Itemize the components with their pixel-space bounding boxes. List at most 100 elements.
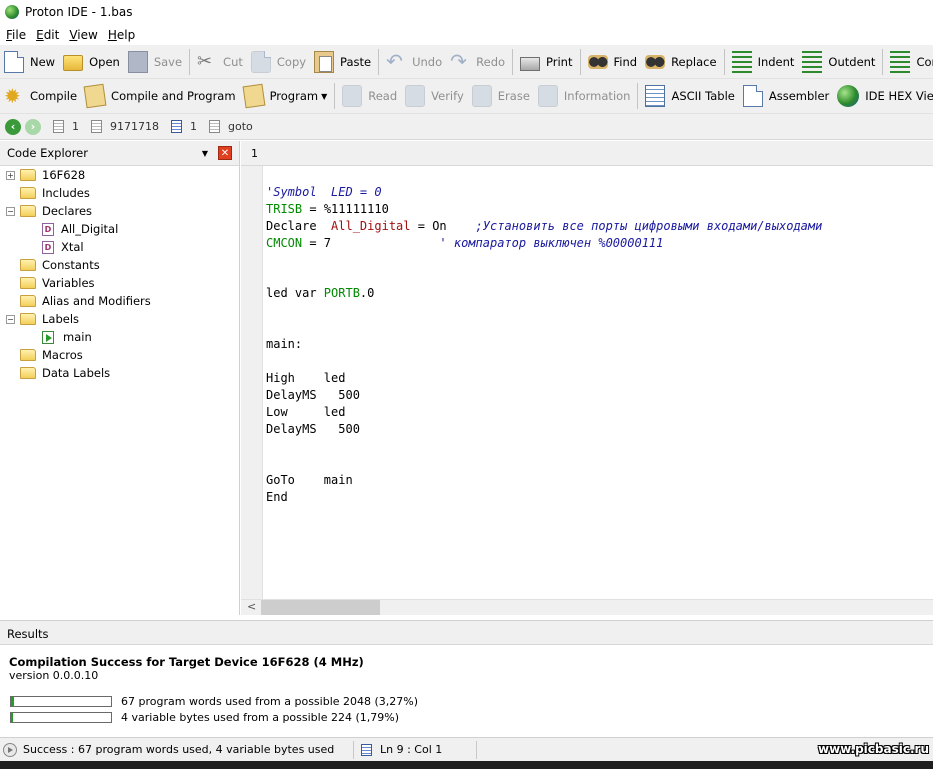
- tree-item-constants[interactable]: Constants: [6, 256, 100, 274]
- outdent-button[interactable]: Outdent: [798, 47, 879, 77]
- code-editor[interactable]: 'Symbol LED = 0 TRISB = %11111110 Declar…: [263, 166, 933, 599]
- cut-button[interactable]: Cut: [193, 47, 247, 77]
- menu-edit[interactable]: Edit: [30, 28, 63, 42]
- folder-icon: [20, 367, 36, 379]
- erase-icon: [471, 85, 492, 107]
- tree-item-declares[interactable]: − Declares: [6, 202, 92, 220]
- clipboard-icon: [314, 50, 335, 73]
- code-line: CMCON = 7 ' компаратор выключен %0000011…: [266, 236, 664, 250]
- status-separator: [353, 740, 354, 759]
- tree-item-all-digital[interactable]: D All_Digital: [42, 220, 118, 238]
- navigation-bar: ‹ › 1 9171718 1 goto: [0, 114, 933, 140]
- close-icon[interactable]: ✕: [218, 146, 232, 160]
- program-icon: [242, 83, 265, 109]
- progress-fill: [11, 713, 13, 722]
- information-icon: [537, 85, 558, 107]
- nav-history-item[interactable]: 1: [171, 120, 197, 133]
- expand-icon[interactable]: +: [6, 170, 15, 180]
- find-button[interactable]: Find: [584, 47, 642, 77]
- compile-icon: [4, 84, 24, 108]
- code-line: GoTo main: [266, 473, 353, 487]
- nav-history-item[interactable]: 9171718: [91, 120, 159, 133]
- indent-icon: [731, 50, 752, 73]
- ascii-table-button[interactable]: ASCII Table: [641, 81, 738, 111]
- scrollbar-thumb[interactable]: [261, 600, 380, 615]
- code-line: DelayMS 500: [266, 422, 360, 436]
- window-title: Proton IDE - 1.bas: [25, 5, 133, 19]
- open-button[interactable]: Open: [59, 47, 124, 77]
- page-icon: [171, 120, 182, 133]
- status-separator: [476, 740, 477, 759]
- indent-button[interactable]: Indent: [728, 47, 799, 77]
- tab-file-1[interactable]: 1: [251, 147, 258, 160]
- redo-button[interactable]: Redo: [446, 47, 509, 77]
- new-button[interactable]: New: [0, 47, 59, 77]
- title-bar: Proton IDE - 1.bas: [0, 0, 933, 24]
- watermark: www.picbasic.ru: [818, 742, 929, 756]
- results-header: Results: [0, 620, 933, 645]
- menu-help[interactable]: Help: [102, 28, 139, 42]
- folder-icon: [20, 259, 36, 271]
- scissors-icon: [197, 51, 217, 73]
- menu-view[interactable]: View: [63, 28, 101, 42]
- code-explorer-title: Code Explorer: [7, 146, 88, 160]
- tree-item-includes[interactable]: Includes: [6, 184, 90, 202]
- forward-icon[interactable]: ›: [25, 118, 41, 135]
- copy-button[interactable]: Copy: [247, 47, 310, 77]
- nav-history-item[interactable]: 1: [53, 120, 79, 133]
- scroll-left-icon[interactable]: <: [247, 600, 256, 613]
- tree-item-variables[interactable]: Variables: [6, 274, 95, 292]
- undo-icon: [386, 49, 406, 73]
- open-folder-icon: [20, 205, 36, 217]
- collapse-icon[interactable]: −: [6, 206, 15, 216]
- save-icon: [127, 50, 148, 73]
- read-button[interactable]: Read: [338, 81, 401, 111]
- replace-icon: [645, 54, 666, 69]
- print-button[interactable]: Print: [516, 47, 576, 77]
- comment-button[interactable]: Comment: [886, 47, 933, 77]
- page-icon: [53, 120, 64, 133]
- tree-item-main[interactable]: main: [42, 328, 92, 346]
- program-button[interactable]: Program ▼: [240, 81, 332, 111]
- outdent-icon: [802, 50, 823, 73]
- ide-hex-view-button[interactable]: IDE HEX View...: [833, 81, 933, 111]
- replace-button[interactable]: Replace: [641, 47, 721, 77]
- undo-button[interactable]: Undo: [382, 47, 446, 77]
- tree-item-16f628[interactable]: +16F628: [6, 166, 85, 184]
- save-button[interactable]: Save: [124, 47, 186, 77]
- chevron-down-icon[interactable]: ▼: [321, 92, 327, 101]
- open-folder-icon: [63, 55, 84, 71]
- tree-item-data-labels[interactable]: Data Labels: [6, 364, 110, 382]
- nav-history-item[interactable]: goto: [209, 120, 253, 133]
- cursor-position: Ln 9 : Col 1: [380, 743, 443, 756]
- code-line: TRISB = %11111110: [266, 202, 389, 216]
- declare-icon: D: [42, 240, 54, 254]
- assembler-button[interactable]: Assembler: [739, 81, 833, 111]
- comment-icon: [890, 50, 911, 73]
- copy-icon: [250, 50, 271, 73]
- toolbar-separator: [579, 48, 581, 75]
- back-icon[interactable]: ‹: [5, 118, 21, 135]
- new-file-icon: [4, 50, 24, 73]
- toolbar-separator: [334, 83, 336, 109]
- information-button[interactable]: Information: [534, 81, 635, 111]
- erase-button[interactable]: Erase: [468, 81, 534, 111]
- paste-button[interactable]: Paste: [310, 47, 375, 77]
- tree-item-xtal[interactable]: D Xtal: [42, 238, 84, 256]
- compile-and-program-button[interactable]: Compile and Program: [81, 81, 240, 111]
- verify-button[interactable]: Verify: [401, 81, 468, 111]
- toolbar-separator: [882, 48, 884, 75]
- tree-item-alias-modifiers[interactable]: Alias and Modifiers: [6, 292, 151, 310]
- program-words-progress: [10, 696, 112, 707]
- horizontal-scrollbar[interactable]: <: [241, 599, 933, 615]
- chevron-down-icon[interactable]: ▼: [202, 149, 208, 158]
- collapse-icon[interactable]: −: [6, 314, 15, 324]
- menu-file[interactable]: File: [0, 28, 30, 42]
- tree-item-labels[interactable]: − Labels: [6, 310, 79, 328]
- tree-item-macros[interactable]: Macros: [6, 346, 83, 364]
- folder-icon: [20, 187, 36, 199]
- progress-fill: [11, 697, 15, 706]
- editor-gutter: [241, 166, 263, 599]
- code-line: High led: [266, 371, 346, 385]
- compile-button[interactable]: Compile: [0, 81, 81, 111]
